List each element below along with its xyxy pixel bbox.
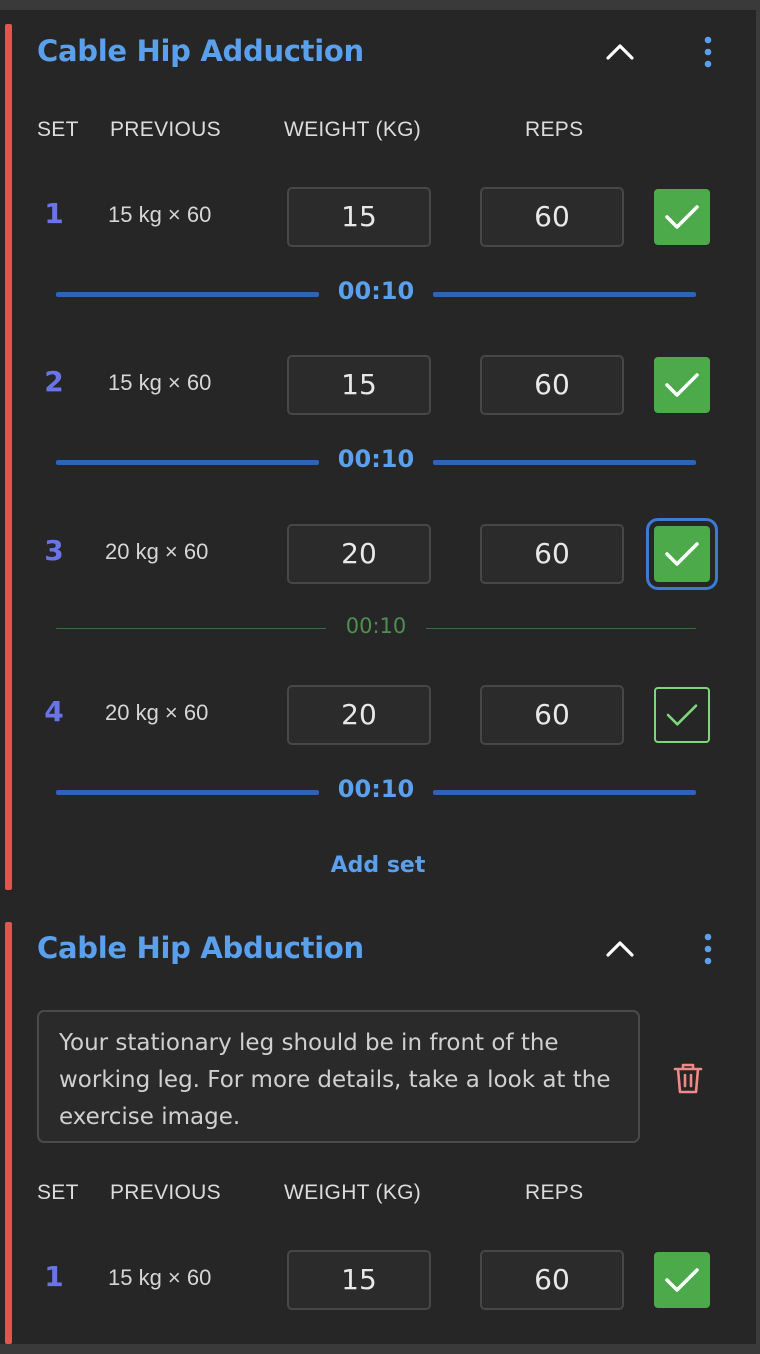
reps-input[interactable]: 60 bbox=[480, 524, 624, 584]
set-done-checkbox[interactable] bbox=[654, 1252, 710, 1308]
exercise-title[interactable]: Cable Hip Adduction bbox=[37, 34, 364, 68]
weight-input[interactable]: 15 bbox=[287, 355, 431, 415]
reps-input[interactable]: 60 bbox=[480, 187, 624, 247]
set-row: 4 20 kg × 60 20 60 bbox=[0, 685, 756, 745]
checkmark-icon bbox=[665, 1268, 699, 1292]
exercise-card-abduction: Cable Hip Abduction Your stationary leg … bbox=[0, 910, 756, 1344]
column-header-previous: PREVIOUS bbox=[110, 1181, 221, 1204]
set-number[interactable]: 4 bbox=[44, 695, 64, 728]
set-row: 1 15 kg × 60 15 60 bbox=[0, 187, 756, 247]
column-header-reps: REPS bbox=[525, 1181, 584, 1204]
rest-timer-value: 00:10 bbox=[345, 614, 407, 638]
rest-timer[interactable]: 00:10 bbox=[56, 611, 696, 645]
add-set-button[interactable]: Add set bbox=[0, 853, 756, 878]
checkmark-icon bbox=[665, 542, 699, 566]
checkmark-icon bbox=[666, 704, 698, 726]
rest-timer[interactable]: 00:10 bbox=[56, 277, 696, 311]
weight-input[interactable]: 20 bbox=[287, 685, 431, 745]
chevron-up-icon[interactable] bbox=[600, 929, 640, 969]
column-header-previous: PREVIOUS bbox=[110, 118, 221, 141]
set-done-checkbox[interactable] bbox=[654, 189, 710, 245]
exercise-accent-bar bbox=[5, 24, 12, 890]
previous-value[interactable]: 20 kg × 60 bbox=[105, 700, 208, 726]
reps-input[interactable]: 60 bbox=[480, 1250, 624, 1310]
rest-timer[interactable]: 00:10 bbox=[56, 445, 696, 479]
weight-input[interactable]: 15 bbox=[287, 1250, 431, 1310]
column-header-set: SET bbox=[37, 118, 79, 141]
exercise-card-adduction: Cable Hip Adduction SET PREVIOUS WEIGHT … bbox=[0, 10, 756, 890]
previous-value[interactable]: 15 kg × 60 bbox=[108, 202, 211, 228]
previous-value[interactable]: 15 kg × 60 bbox=[108, 370, 211, 396]
set-done-checkbox[interactable] bbox=[646, 518, 718, 590]
set-number[interactable]: 3 bbox=[44, 534, 64, 567]
previous-value[interactable]: 15 kg × 60 bbox=[108, 1265, 211, 1291]
checkmark-icon bbox=[665, 373, 699, 397]
column-header-weight: WEIGHT (KG) bbox=[284, 118, 422, 141]
chevron-up-icon[interactable] bbox=[600, 32, 640, 72]
exercise-note[interactable]: Your stationary leg should be in front o… bbox=[37, 1010, 640, 1143]
reps-input[interactable]: 60 bbox=[480, 685, 624, 745]
rest-timer-value: 00:10 bbox=[337, 277, 415, 305]
set-number[interactable]: 1 bbox=[44, 197, 64, 230]
weight-input[interactable]: 15 bbox=[287, 187, 431, 247]
checkmark-icon bbox=[665, 205, 699, 229]
trash-icon[interactable] bbox=[668, 1058, 708, 1098]
weight-input[interactable]: 20 bbox=[287, 524, 431, 584]
workout-panel: Cable Hip Adduction SET PREVIOUS WEIGHT … bbox=[0, 10, 756, 1344]
rest-timer-value: 00:10 bbox=[337, 775, 415, 803]
previous-value[interactable]: 20 kg × 60 bbox=[105, 539, 208, 565]
set-number[interactable]: 2 bbox=[44, 365, 64, 398]
more-vertical-icon[interactable] bbox=[693, 32, 723, 72]
set-row: 3 20 kg × 60 20 60 bbox=[0, 518, 756, 590]
set-number[interactable]: 1 bbox=[44, 1260, 64, 1293]
column-header-weight: WEIGHT (KG) bbox=[284, 1181, 422, 1204]
set-row: 2 15 kg × 60 15 60 bbox=[0, 355, 756, 415]
column-header-set: SET bbox=[37, 1181, 79, 1204]
rest-timer[interactable]: 00:10 bbox=[56, 775, 696, 809]
reps-input[interactable]: 60 bbox=[480, 355, 624, 415]
set-done-checkbox[interactable] bbox=[654, 357, 710, 413]
rest-timer-value: 00:10 bbox=[337, 445, 415, 473]
set-done-checkbox[interactable] bbox=[654, 687, 710, 743]
more-vertical-icon[interactable] bbox=[693, 929, 723, 969]
exercise-title[interactable]: Cable Hip Abduction bbox=[37, 931, 364, 965]
column-header-reps: REPS bbox=[525, 118, 584, 141]
set-row: 1 15 kg × 60 15 60 bbox=[0, 1250, 756, 1310]
